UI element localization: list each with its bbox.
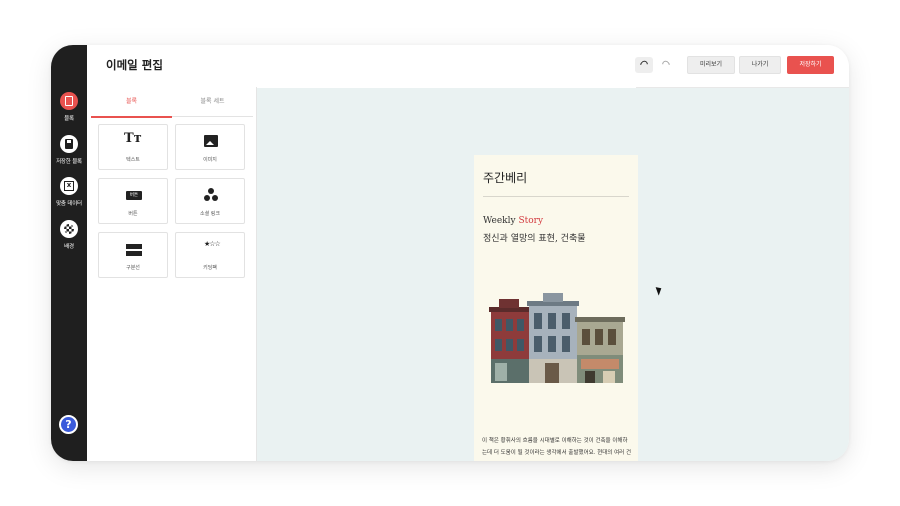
image-icon (204, 135, 218, 147)
block-sticker[interactable]: ★☆☆ 키딩팩 (175, 232, 245, 278)
rail-item-background[interactable]: 배경 (51, 220, 87, 250)
button-icon: 버튼 (126, 191, 142, 200)
email-body-text: 이 책은 황휘사의 흐름을 시대별로 이해하는 것이 건축을 이해하는데 더 도… (482, 438, 632, 456)
block-label: 텍스트 (126, 157, 140, 163)
email-title: 주간베리 (483, 171, 528, 185)
tab-label: 블록 (125, 98, 138, 105)
page-title: 이메일 편집 (106, 58, 163, 72)
app-window: 블록 저장한 블록 x 맞춤 데이터 배경 ? 이메일 편집 미리보기 나가기 … (51, 45, 849, 461)
saved-block-icon (60, 135, 78, 153)
rail-item-custom-data[interactable]: x 맞춤 데이터 (51, 177, 87, 207)
buildings-illustration (489, 293, 625, 383)
block-label: 버튼 (128, 211, 138, 217)
rail-item-label: 맞춤 데이터 (56, 201, 82, 207)
email-divider (483, 196, 629, 197)
undo-icon (638, 59, 650, 70)
block-label: 키딩팩 (203, 265, 217, 271)
redo-icon (660, 59, 672, 70)
header: 이메일 편집 미리보기 나가기 저장하기 (87, 45, 849, 88)
block-label: 소셜 링크 (200, 211, 220, 217)
text-icon: Tт (124, 131, 142, 146)
email-subtitle: 정신과 열망의 표현, 건축물 (483, 234, 586, 244)
block-icon (60, 92, 78, 110)
help-button[interactable]: ? (59, 415, 78, 434)
background-icon (60, 220, 78, 238)
email-kicker: Weekly Story (483, 216, 544, 226)
social-link-icon (203, 188, 219, 202)
tab-block-sets[interactable]: 블록 세트 (172, 87, 253, 117)
redo-button[interactable] (657, 57, 675, 73)
editor-canvas[interactable]: 주간베리 Weekly Story 정신과 열망의 표현, 건축물 이 책은 황… (257, 88, 849, 461)
save-button[interactable]: 저장하기 (787, 56, 834, 74)
block-panel: 블록 블록 세트 Tт 텍스트 이미지 버튼 버튼 소셜 링크 구분선 ★☆☆ … (87, 87, 257, 461)
rail-item-saved-block[interactable]: 저장한 블록 (51, 135, 87, 165)
left-rail: 블록 저장한 블록 x 맞춤 데이터 배경 ? (51, 45, 87, 461)
block-label: 구분선 (126, 265, 140, 271)
block-label: 이미지 (203, 157, 217, 163)
preview-button[interactable]: 미리보기 (687, 56, 735, 74)
block-divider[interactable]: 구분선 (98, 232, 168, 278)
custom-data-icon: x (60, 177, 78, 195)
block-text[interactable]: Tт 텍스트 (98, 124, 168, 170)
rail-item-label: 저장한 블록 (56, 159, 82, 165)
rail-item-label: 배경 (64, 244, 74, 250)
block-image[interactable]: 이미지 (175, 124, 245, 170)
block-button[interactable]: 버튼 버튼 (98, 178, 168, 224)
rail-item-label: 블록 (64, 116, 74, 122)
undo-button[interactable] (635, 57, 653, 73)
tab-blocks[interactable]: 블록 (91, 87, 172, 118)
panel-tabs: 블록 블록 세트 (91, 87, 253, 118)
active-tab-indicator (91, 116, 172, 118)
email-preview[interactable]: 주간베리 Weekly Story 정신과 열망의 표현, 건축물 이 책은 황… (474, 155, 638, 461)
exit-button[interactable]: 나가기 (739, 56, 781, 74)
tab-label: 블록 세트 (200, 98, 225, 105)
sticker-icon: ★☆☆ (204, 240, 221, 248)
block-social-link[interactable]: 소셜 링크 (175, 178, 245, 224)
divider-icon (126, 244, 142, 256)
rail-item-block[interactable]: 블록 (51, 92, 87, 122)
